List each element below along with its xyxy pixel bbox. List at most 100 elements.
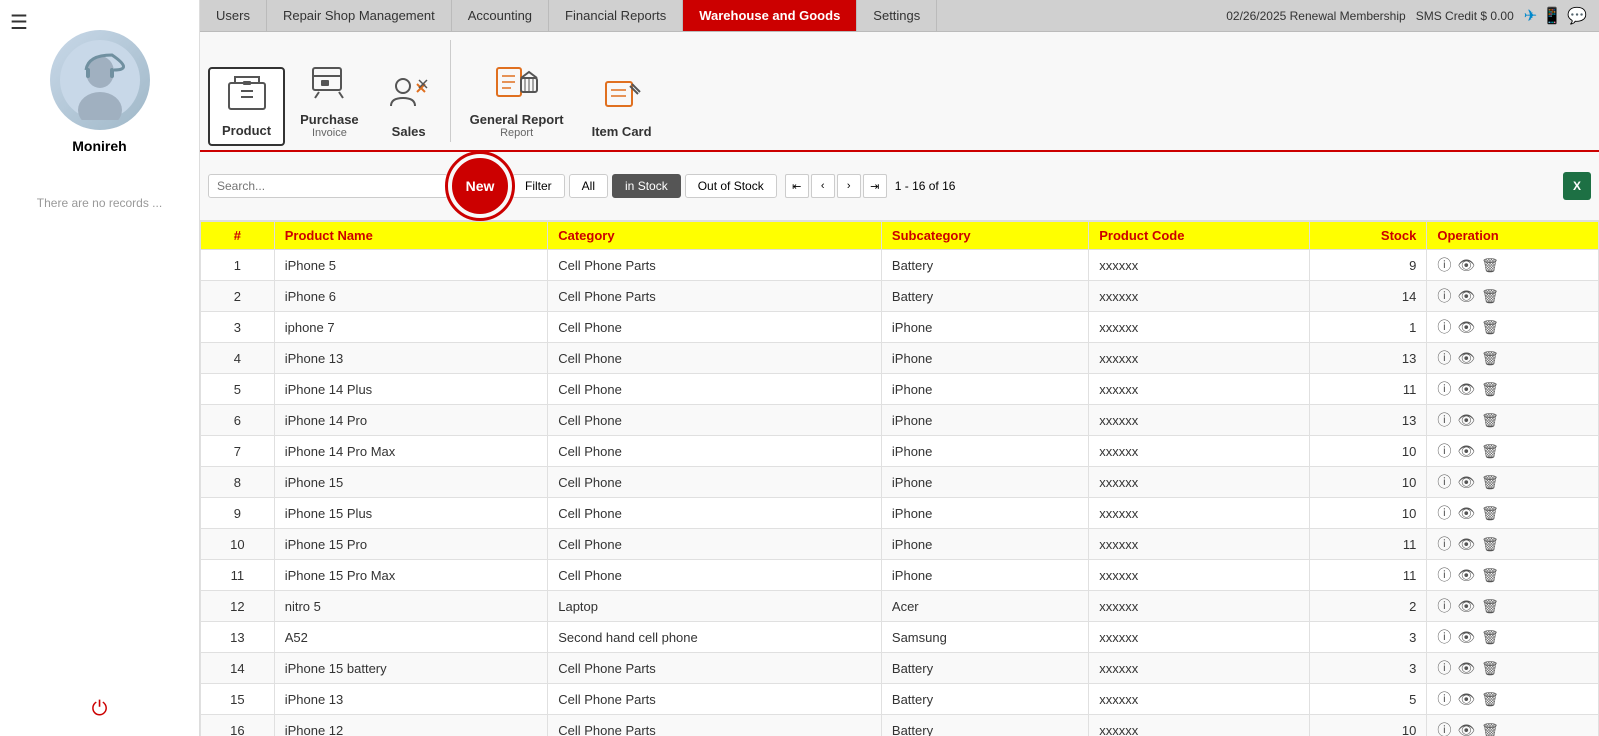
tab-accounting[interactable]: Accounting	[452, 0, 549, 31]
info-icon[interactable]: ⓘ	[1437, 410, 1451, 430]
cell-category: Cell Phone Parts	[548, 281, 882, 312]
info-icon[interactable]: ⓘ	[1437, 627, 1451, 647]
date-info: 02/26/2025 Renewal Membership	[1226, 9, 1405, 23]
outstock-button[interactable]: Out of Stock	[685, 174, 777, 198]
delete-icon[interactable]: 🗑	[1481, 474, 1499, 491]
view-icon[interactable]: 👁	[1457, 350, 1475, 367]
delete-icon[interactable]: 🗑	[1481, 288, 1499, 305]
info-icon[interactable]: ⓘ	[1437, 255, 1451, 275]
info-icon[interactable]: ⓘ	[1437, 348, 1451, 368]
cell-operation: ⓘ 👁 🗑	[1427, 684, 1599, 715]
info-icon[interactable]: ⓘ	[1437, 379, 1451, 399]
delete-icon[interactable]: 🗑	[1481, 691, 1499, 708]
cell-product-name: iPhone 15	[274, 467, 548, 498]
cell-num: 14	[201, 653, 275, 684]
cell-code: xxxxxx	[1089, 312, 1310, 343]
delete-icon[interactable]: 🗑	[1481, 722, 1499, 736]
item-card-btn[interactable]: Item Card	[579, 69, 665, 146]
view-icon[interactable]: 👁	[1457, 722, 1475, 736]
cell-subcategory: iPhone	[881, 467, 1088, 498]
prev-page-btn[interactable]: ‹	[811, 174, 835, 198]
view-icon[interactable]: 👁	[1457, 629, 1475, 646]
info-icon[interactable]: ⓘ	[1437, 503, 1451, 523]
table-row: 4 iPhone 13 Cell Phone iPhone xxxxxx 13 …	[201, 343, 1599, 374]
info-icon[interactable]: ⓘ	[1437, 658, 1451, 678]
power-icon[interactable]: ⏻	[92, 698, 108, 721]
last-page-btn[interactable]: ⇥	[863, 174, 887, 198]
tab-financial[interactable]: Financial Reports	[549, 0, 683, 31]
view-icon[interactable]: 👁	[1457, 257, 1475, 274]
menu-icon[interactable]: ☰	[10, 10, 28, 35]
cell-stock: 1	[1310, 312, 1427, 343]
info-icon[interactable]: ⓘ	[1437, 441, 1451, 461]
excel-button[interactable]: X	[1563, 172, 1591, 200]
view-icon[interactable]: 👁	[1457, 598, 1475, 615]
delete-icon[interactable]: 🗑	[1481, 443, 1499, 460]
sms-icon[interactable]: 💬	[1567, 6, 1587, 26]
sales-icon	[389, 76, 429, 120]
cell-subcategory: Battery	[881, 653, 1088, 684]
info-icon[interactable]: ⓘ	[1437, 534, 1451, 554]
info-icon[interactable]: ⓘ	[1437, 565, 1451, 585]
cell-operation: ⓘ 👁 🗑	[1427, 529, 1599, 560]
view-icon[interactable]: 👁	[1457, 443, 1475, 460]
delete-icon[interactable]: 🗑	[1481, 381, 1499, 398]
cell-operation: ⓘ 👁 🗑	[1427, 622, 1599, 653]
delete-icon[interactable]: 🗑	[1481, 505, 1499, 522]
tab-repair[interactable]: Repair Shop Management	[267, 0, 452, 31]
whatsapp-icon[interactable]: 📱	[1542, 6, 1562, 26]
tab-warehouse[interactable]: Warehouse and Goods	[683, 0, 857, 31]
all-button[interactable]: All	[569, 174, 608, 198]
cell-num: 16	[201, 715, 275, 736]
delete-icon[interactable]: 🗑	[1481, 257, 1499, 274]
cell-code: xxxxxx	[1089, 343, 1310, 374]
product-btn[interactable]: Product	[208, 67, 285, 146]
instock-button[interactable]: in Stock	[612, 174, 681, 198]
view-icon[interactable]: 👁	[1457, 474, 1475, 491]
view-icon[interactable]: 👁	[1457, 660, 1475, 677]
sales-btn[interactable]: Sales	[374, 69, 444, 146]
info-icon[interactable]: ⓘ	[1437, 317, 1451, 337]
delete-icon[interactable]: 🗑	[1481, 598, 1499, 615]
general-report-btn[interactable]: General Report Report	[457, 57, 577, 146]
first-page-btn[interactable]: ⇤	[785, 174, 809, 198]
view-icon[interactable]: 👁	[1457, 412, 1475, 429]
view-icon[interactable]: 👁	[1457, 505, 1475, 522]
view-icon[interactable]: 👁	[1457, 288, 1475, 305]
cell-category: Cell Phone	[548, 529, 882, 560]
delete-icon[interactable]: 🗑	[1481, 319, 1499, 336]
delete-icon[interactable]: 🗑	[1481, 350, 1499, 367]
view-icon[interactable]: 👁	[1457, 691, 1475, 708]
tab-settings[interactable]: Settings	[857, 0, 937, 31]
delete-icon[interactable]: 🗑	[1481, 536, 1499, 553]
new-button[interactable]: New	[452, 158, 508, 214]
cell-category: Cell Phone	[548, 560, 882, 591]
view-icon[interactable]: 👁	[1457, 381, 1475, 398]
info-icon[interactable]: ⓘ	[1437, 286, 1451, 306]
delete-icon[interactable]: 🗑	[1481, 660, 1499, 677]
info-icon[interactable]: ⓘ	[1437, 689, 1451, 709]
filter-button[interactable]: Filter	[512, 174, 565, 198]
cell-product-name: iPhone 15 Pro	[274, 529, 548, 560]
cell-stock: 10	[1310, 498, 1427, 529]
cell-subcategory: iPhone	[881, 343, 1088, 374]
cell-code: xxxxxx	[1089, 560, 1310, 591]
cell-subcategory: iPhone	[881, 498, 1088, 529]
next-page-btn[interactable]: ›	[837, 174, 861, 198]
delete-icon[interactable]: 🗑	[1481, 567, 1499, 584]
view-icon[interactable]: 👁	[1457, 536, 1475, 553]
info-icon[interactable]: ⓘ	[1437, 472, 1451, 492]
search-input[interactable]	[208, 174, 448, 198]
view-icon[interactable]: 👁	[1457, 567, 1475, 584]
info-icon[interactable]: ⓘ	[1437, 720, 1451, 736]
telegram-icon[interactable]: ✈	[1524, 6, 1537, 26]
view-icon[interactable]: 👁	[1457, 319, 1475, 336]
delete-icon[interactable]: 🗑	[1481, 412, 1499, 429]
cell-stock: 13	[1310, 343, 1427, 374]
info-icon[interactable]: ⓘ	[1437, 596, 1451, 616]
col-product-name: Product Name	[274, 222, 548, 250]
tab-users[interactable]: Users	[200, 0, 267, 31]
purchase-btn[interactable]: Purchase Invoice	[287, 57, 372, 146]
cell-subcategory: Battery	[881, 684, 1088, 715]
delete-icon[interactable]: 🗑	[1481, 629, 1499, 646]
